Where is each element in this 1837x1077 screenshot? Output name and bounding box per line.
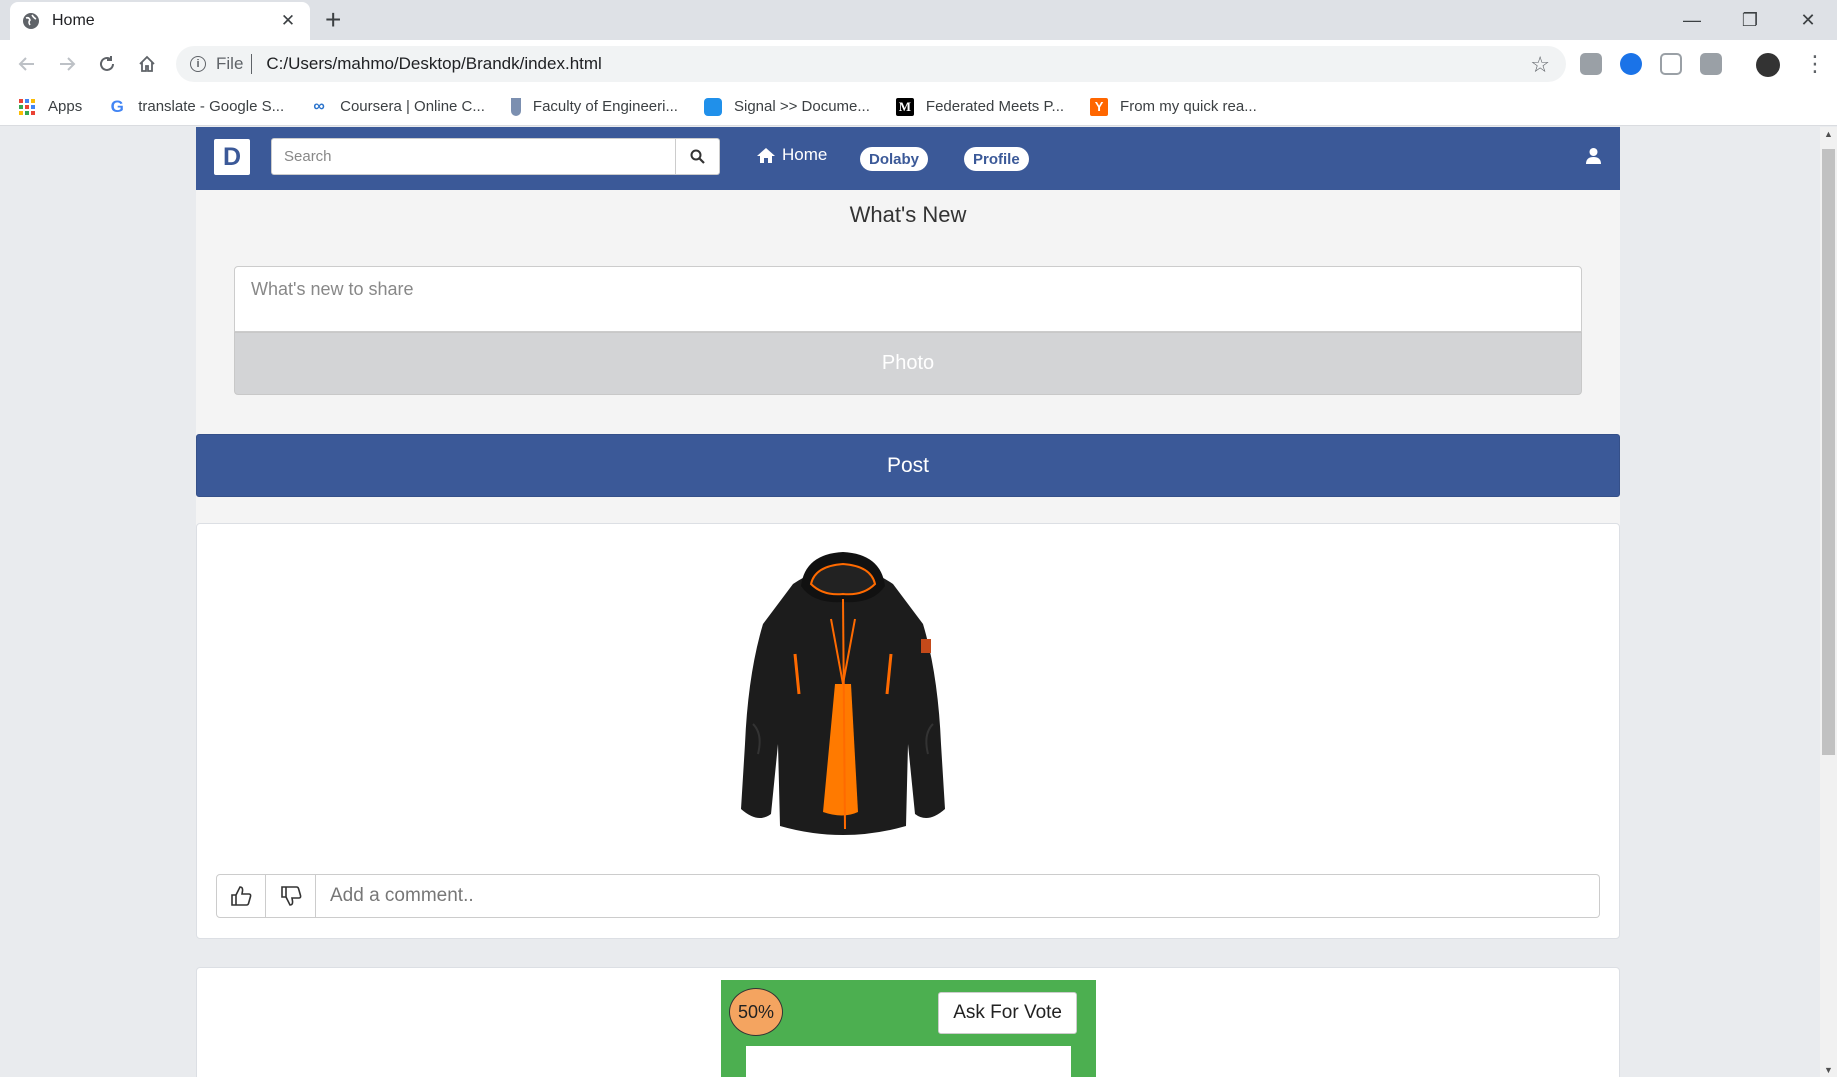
browser-toolbar: i File C:/Users/mahmo/Desktop/Brandk/ind… [0, 40, 1837, 88]
maximize-button[interactable]: ❐ [1721, 0, 1779, 40]
vote-percent-badge: 50% [729, 988, 783, 1036]
scroll-up-icon[interactable]: ▲ [1824, 129, 1833, 139]
signal-icon [703, 97, 722, 116]
back-arrow-icon [18, 57, 34, 71]
user-icon[interactable] [1585, 147, 1602, 169]
apps-grid-icon [19, 98, 35, 115]
site-search [271, 138, 720, 175]
medium-icon: M [895, 97, 914, 116]
bookmark-star-icon[interactable]: ☆ [1530, 52, 1550, 78]
nav-home-label: Home [782, 145, 828, 164]
bookmark-label: translate - Google S... [138, 98, 285, 115]
bookmark-label: Faculty of Engineeri... [532, 98, 678, 115]
bookmark-apps[interactable]: Apps [18, 98, 82, 116]
post-actions [216, 874, 1600, 918]
search-icon [690, 149, 705, 164]
info-icon[interactable]: i [190, 56, 206, 72]
bookmarks-bar: Apps G translate - Google S... ∞ Courser… [0, 88, 1837, 126]
share-input[interactable] [234, 266, 1582, 332]
close-window-button[interactable]: ✕ [1779, 0, 1837, 40]
google-icon: G [110, 96, 124, 116]
menu-kebab-icon[interactable]: ⋮ [1800, 50, 1830, 78]
bookmark-faculty[interactable]: Faculty of Engineeri... [510, 97, 678, 116]
ask-for-vote-button[interactable]: Ask For Vote [938, 992, 1077, 1034]
url-scheme-label: File [216, 54, 244, 73]
browser-tab[interactable]: Home ✕ [10, 2, 310, 40]
url-separator [251, 54, 253, 74]
photo-upload-button[interactable]: Photo [234, 332, 1582, 395]
jacket-image [741, 552, 945, 835]
bookmark-signal[interactable]: Signal >> Docume... [703, 97, 870, 116]
forward-button[interactable] [52, 50, 82, 78]
bookmark-coursera[interactable]: ∞ Coursera | Online C... [310, 98, 485, 116]
globe-icon [23, 13, 39, 29]
scroll-down-icon[interactable]: ▼ [1824, 1065, 1833, 1075]
extension-bag-icon[interactable] [1700, 53, 1722, 75]
comment-input[interactable] [316, 874, 1600, 918]
brand-logo[interactable]: D [214, 139, 250, 175]
dislike-button[interactable] [266, 874, 316, 918]
reload-icon [100, 56, 114, 71]
back-button[interactable] [12, 50, 42, 78]
new-tab-button[interactable]: + [325, 6, 341, 34]
thumbs-up-icon [231, 886, 252, 906]
minimize-button[interactable]: — [1663, 0, 1721, 40]
extension-bookmark-icon[interactable] [1620, 53, 1642, 75]
nav-home-link[interactable]: Home [756, 145, 827, 165]
composer-title: What's New [849, 202, 967, 227]
forward-arrow-icon [60, 57, 76, 71]
ycombinator-icon: Y [1090, 97, 1109, 116]
post-button[interactable]: Post [196, 434, 1620, 497]
vote-post-card: 50% Ask For Vote [196, 967, 1620, 1077]
home-icon [757, 147, 775, 163]
home-button[interactable] [132, 50, 162, 78]
page-scrollbar[interactable]: ▲ ▼ [1820, 127, 1837, 1077]
bookmark-translate[interactable]: G translate - Google S... [108, 96, 285, 116]
bookmark-label: Apps [48, 98, 83, 115]
nav-profile-button[interactable]: Profile [964, 147, 1029, 171]
search-button[interactable] [676, 138, 720, 175]
bookmark-label: Coursera | Online C... [340, 98, 485, 115]
tab-close-icon[interactable]: ✕ [278, 11, 298, 31]
address-bar[interactable]: i File C:/Users/mahmo/Desktop/Brandk/ind… [176, 46, 1566, 82]
url-text[interactable]: C:/Users/mahmo/Desktop/Brandk/index.html [266, 54, 601, 74]
search-input[interactable] [271, 138, 676, 175]
bookmark-medium[interactable]: M Federated Meets P... [895, 97, 1065, 116]
bookmark-ycombinator[interactable]: Y From my quick rea... [1090, 97, 1257, 116]
faculty-icon [510, 97, 521, 116]
like-button[interactable] [216, 874, 266, 918]
page-viewport: D Home Dolaby Profile What's New Photo P… [0, 127, 1820, 1077]
extension-pocket-icon[interactable] [1660, 53, 1682, 75]
coursera-icon: ∞ [313, 97, 325, 115]
extension-shield-icon[interactable] [1580, 53, 1602, 75]
site-navbar: D Home Dolaby Profile [196, 127, 1620, 190]
post-card [196, 523, 1620, 939]
bookmark-label: Signal >> Docume... [733, 98, 870, 115]
thumbs-down-icon [280, 886, 301, 906]
tab-title: Home [52, 12, 95, 29]
profile-avatar[interactable] [1756, 53, 1780, 77]
nav-dolaby-button[interactable]: Dolaby [860, 147, 929, 171]
composer-panel: What's New Photo [196, 190, 1620, 560]
vote-panel: 50% Ask For Vote [721, 980, 1096, 1077]
reload-button[interactable] [92, 50, 122, 78]
vote-image [746, 1046, 1071, 1077]
bookmark-label: Federated Meets P... [925, 98, 1065, 115]
browser-tab-bar: Home ✕ + — ❐ ✕ [0, 0, 1837, 40]
bookmark-label: From my quick rea... [1120, 98, 1257, 115]
home-icon [139, 55, 155, 72]
scroll-thumb[interactable] [1822, 149, 1835, 755]
